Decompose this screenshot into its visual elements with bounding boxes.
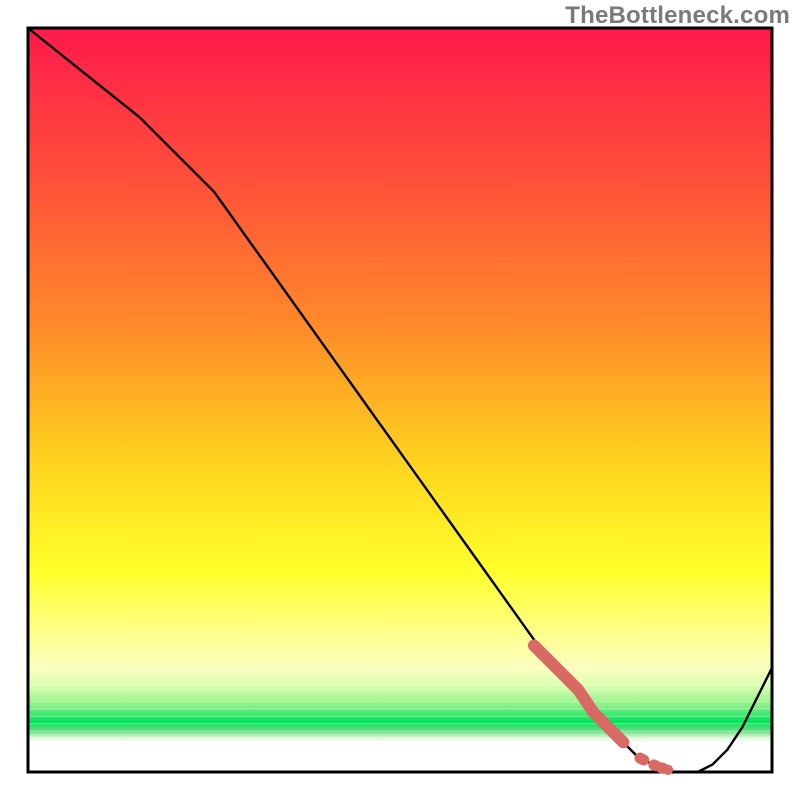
chart-stage: TheBottleneck.com [0, 0, 800, 800]
bottleneck-chart [0, 0, 800, 800]
plot-background [28, 28, 772, 772]
highlight-dot [654, 765, 656, 766]
watermark-text: TheBottleneck.com [565, 2, 790, 30]
highlight-dot [640, 758, 644, 760]
highlight-dot-end [663, 765, 673, 775]
